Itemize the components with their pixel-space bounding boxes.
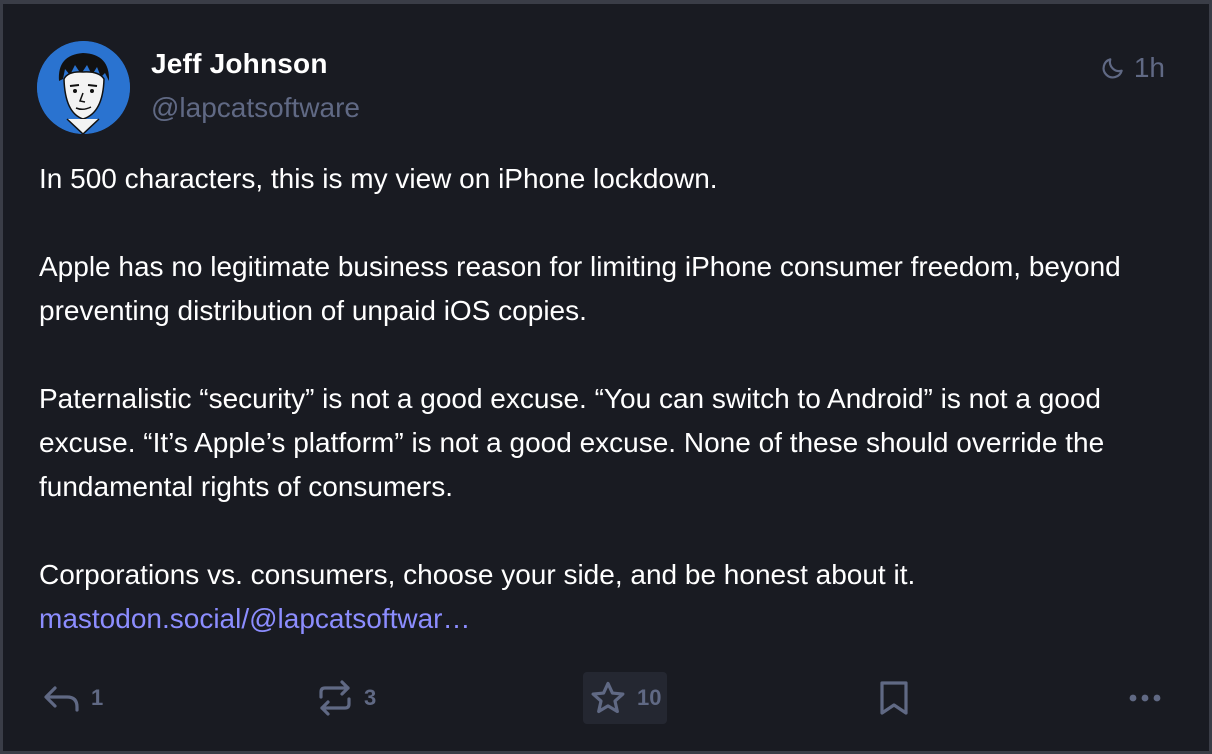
favourite-count: 10 bbox=[637, 685, 662, 710]
relative-time: 1h bbox=[1133, 52, 1165, 83]
reply-button[interactable]: 1 bbox=[43, 672, 103, 724]
reply-count: 1 bbox=[91, 685, 104, 710]
post-paragraph-text: Corporations vs. consumers, choose your … bbox=[39, 559, 916, 590]
boost-icon bbox=[316, 679, 354, 717]
favourite-button[interactable]: 10 bbox=[583, 672, 667, 724]
boost-count: 3 bbox=[364, 685, 377, 710]
post-link[interactable]: mastodon.social/@lapcatsoftwar… bbox=[39, 603, 471, 634]
action-bar: 1 3 10 bbox=[3, 672, 1212, 724]
avatar-face-icon bbox=[37, 41, 130, 134]
post-card: Jeff Johnson @lapcatsoftware 1h In 500 c… bbox=[0, 0, 1212, 754]
star-icon bbox=[589, 679, 627, 717]
moon-icon bbox=[1100, 55, 1126, 81]
post-timestamp[interactable]: 1h bbox=[1100, 52, 1165, 84]
more-options-button[interactable] bbox=[1127, 672, 1163, 724]
ellipsis-icon bbox=[1127, 692, 1163, 704]
bookmark-icon bbox=[877, 679, 911, 717]
post-content: In 500 characters, this is my view on iP… bbox=[39, 157, 1159, 641]
bookmark-button[interactable] bbox=[877, 672, 911, 724]
reply-icon bbox=[43, 683, 81, 713]
post-paragraph: Paternalistic “security” is not a good e… bbox=[39, 383, 1105, 502]
account-handle[interactable]: @lapcatsoftware bbox=[151, 92, 360, 124]
avatar[interactable] bbox=[37, 41, 130, 134]
post-paragraph-final: Corporations vs. consumers, choose your … bbox=[39, 553, 1159, 641]
post-paragraph: Apple has no legitimate business reason … bbox=[39, 251, 1121, 326]
display-name[interactable]: Jeff Johnson bbox=[151, 48, 328, 80]
boost-button[interactable]: 3 bbox=[316, 672, 376, 724]
post-paragraph: In 500 characters, this is my view on iP… bbox=[39, 163, 718, 194]
